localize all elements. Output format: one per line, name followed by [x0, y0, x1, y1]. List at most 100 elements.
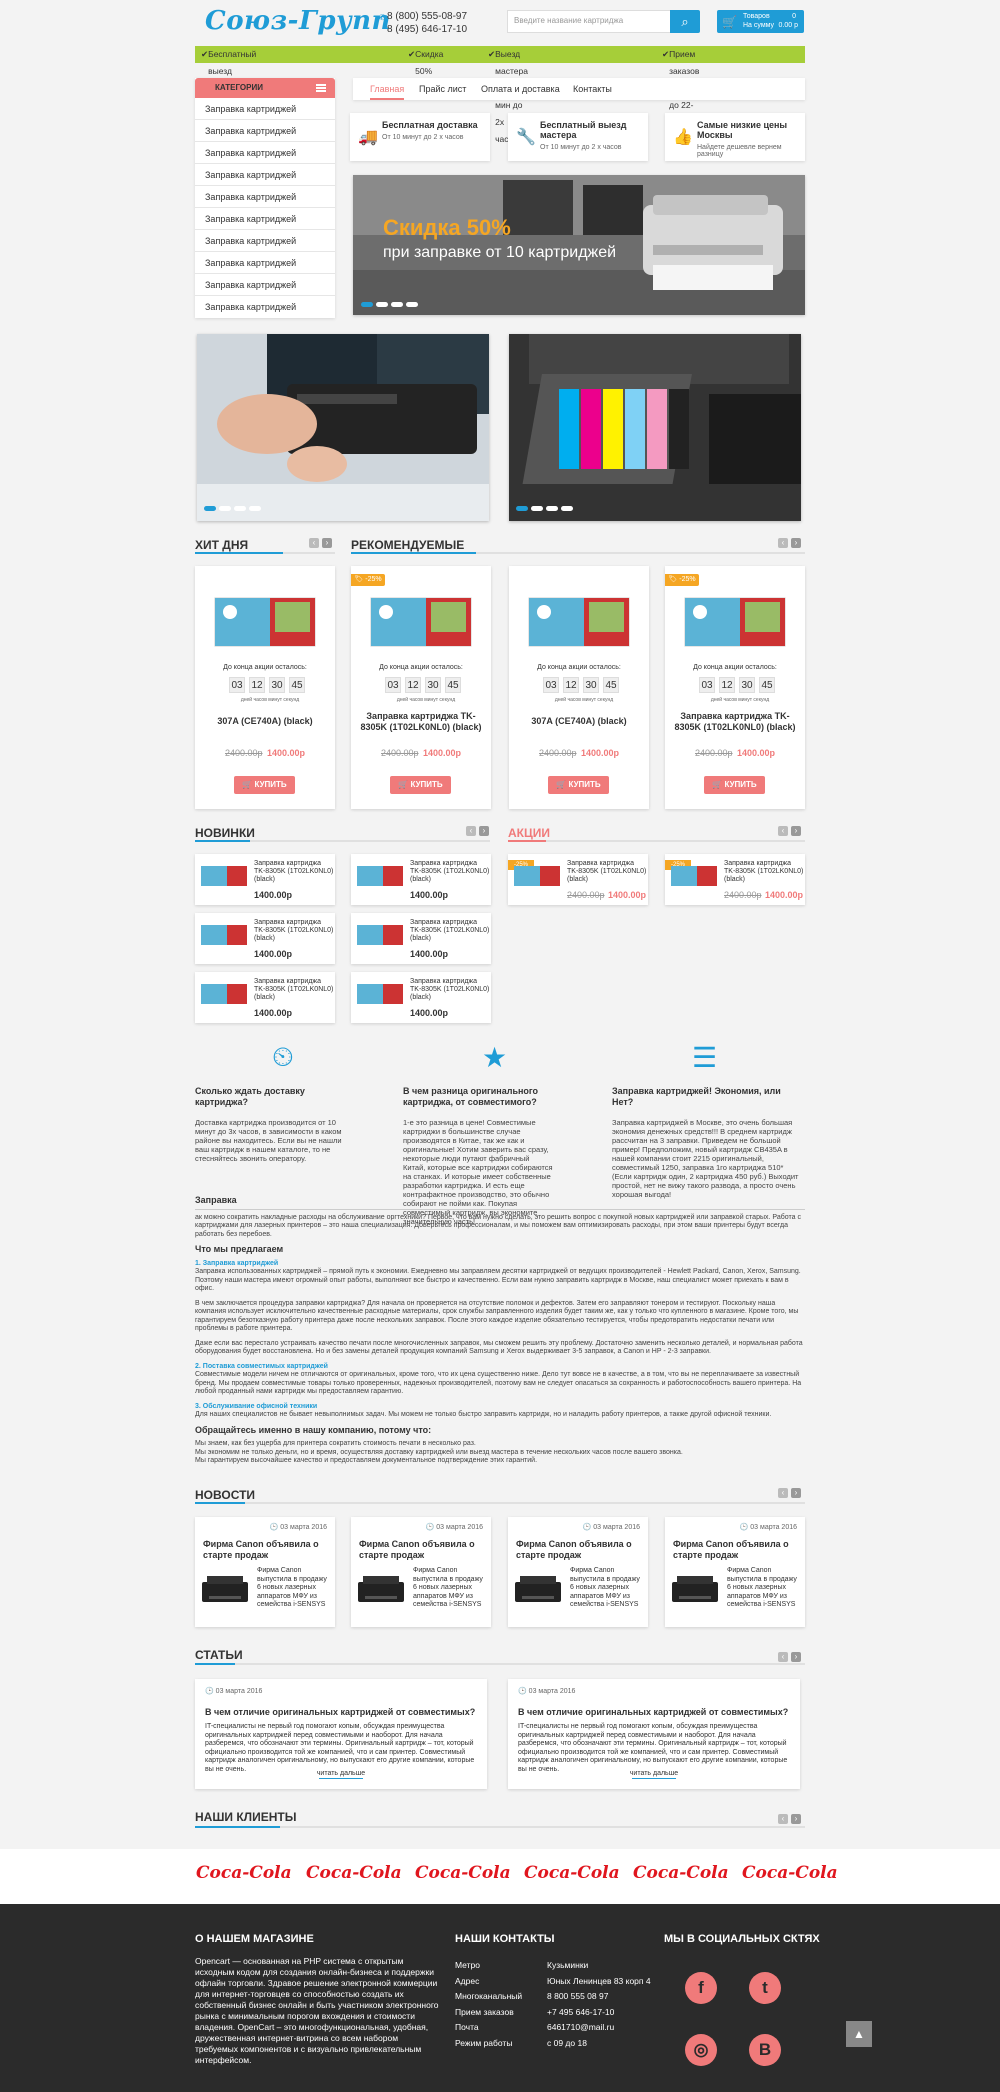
printer-image	[672, 1576, 718, 1602]
buy-button[interactable]: 🛒 КУПИТЬ	[548, 776, 609, 794]
facebook-icon[interactable]: f	[685, 1972, 717, 2004]
prev-arrow[interactable]: ‹	[778, 1652, 788, 1662]
mini-product[interactable]: Заправка картриджа TK-8305K (1T02LK0NL0)…	[351, 913, 491, 964]
contact-values: Кузьминки Юных Ленинцев 83 корп 48 800 55…	[547, 1960, 651, 2048]
timer-label: До конца акции осталось:	[223, 664, 307, 671]
prev-arrow[interactable]: ‹	[309, 538, 319, 548]
feature-title: Бесплатная доставка	[382, 120, 478, 130]
phone-2[interactable]: 8 (495) 646-17-10	[387, 23, 467, 36]
category-item[interactable]: Заправка картриджей	[195, 186, 335, 208]
category-item[interactable]: Заправка картриджей	[195, 142, 335, 164]
read-more-link[interactable]: читать дальше	[508, 1770, 800, 1779]
phone-1[interactable]: 8 (800) 555-08-97	[387, 10, 467, 23]
product-card[interactable]: До конца акции осталось: 03 12 30 45 дней ч…	[509, 566, 649, 809]
mini-product[interactable]: Заправка картриджа TK-8305K (1T02LK0NL0)…	[351, 972, 491, 1023]
twitter-icon[interactable]: t	[749, 1972, 781, 2004]
news-card[interactable]: 🕒 03 марта 2016 Фирма Canon объявила о ст…	[351, 1517, 491, 1627]
news-card[interactable]: 🕒 03 марта 2016 Фирма Canon объявила о ст…	[508, 1517, 648, 1627]
news-excerpt: Фирма Canon выпустила в продажу 6 новых …	[257, 1567, 327, 1608]
footer-contacts-title: Наши контакты	[455, 1933, 555, 1945]
vk-icon[interactable]: В	[749, 2034, 781, 2066]
news-card[interactable]: 🕒 03 марта 2016 Фирма Canon объявила о ст…	[665, 1517, 805, 1627]
news-title-text[interactable]: Фирма Canon объявила о старте продаж	[359, 1539, 484, 1561]
product-card[interactable]: 🏷 -25% До конца акции осталось: 03 12 30 45…	[665, 566, 805, 809]
news-title-text[interactable]: Фирма Canon объявила о старте продаж	[516, 1539, 641, 1561]
articles-underline	[195, 1663, 805, 1665]
category-item[interactable]: Заправка картриджей	[195, 98, 335, 120]
news-card[interactable]: 🕒 03 марта 2016 Фирма Canon объявила о ст…	[195, 1517, 335, 1627]
banner-dots[interactable]	[204, 506, 261, 511]
prev-arrow[interactable]: ‹	[778, 538, 788, 548]
client-logo[interactable]: Coca-Cola	[196, 1863, 292, 1883]
cart-items-label: Товаров	[743, 13, 770, 20]
slider-dots[interactable]	[361, 302, 418, 307]
scroll-top-button[interactable]: ▲	[846, 2021, 872, 2047]
next-arrow[interactable]: ›	[479, 826, 489, 836]
article-card-title[interactable]: В чем отличие оригинальных картриджей от…	[518, 1707, 790, 1717]
category-item[interactable]: Заправка картриджей	[195, 296, 335, 318]
banner-dots[interactable]	[516, 506, 573, 511]
category-item[interactable]: Заправка картриджей	[195, 252, 335, 274]
product-name[interactable]: Заправка картриджа TK-8305K (1T02LK0NL0)…	[669, 711, 801, 733]
category-item[interactable]: Заправка картриджей	[195, 164, 335, 186]
mini-product[interactable]: Заправка картриджа TK-8305K (1T02LK0NL0)…	[195, 854, 335, 905]
mini-sale-product[interactable]: -25% Заправка картриджа TK-8305K (1T02LK0…	[508, 854, 648, 905]
news-title-text[interactable]: Фирма Canon объявила о старте продаж	[203, 1539, 328, 1561]
next-arrow[interactable]: ›	[791, 1814, 801, 1824]
buy-button[interactable]: 🛒 КУПИТЬ	[704, 776, 765, 794]
next-arrow[interactable]: ›	[791, 826, 801, 836]
prev-arrow[interactable]: ‹	[466, 826, 476, 836]
star-icon: ★	[482, 1042, 508, 1073]
instagram-icon[interactable]: ◎	[685, 2034, 717, 2066]
banner-image	[197, 334, 489, 521]
category-item[interactable]: Заправка картриджей	[195, 208, 335, 230]
mini-product[interactable]: Заправка картриджа TK-8305K (1T02LK0NL0)…	[195, 913, 335, 964]
info-title: В чем разница оригинального картриджа, о…	[403, 1086, 539, 1107]
prev-arrow[interactable]: ‹	[778, 1488, 788, 1498]
search-button[interactable]: ⌕	[670, 10, 700, 33]
product-name[interactable]: 307A (CE740A) (black)	[513, 716, 645, 727]
article-paragraph: Для наших специалистов не бывает невыпол…	[195, 1411, 772, 1418]
next-arrow[interactable]: ›	[791, 1488, 801, 1498]
article-paragraph: Даже если вас перестало устраивать качес…	[195, 1339, 803, 1356]
category-item[interactable]: Заправка картриджей	[195, 230, 335, 252]
tab-prices[interactable]: Прайс лист	[419, 78, 466, 100]
banner-ink[interactable]	[509, 334, 801, 521]
article-card-title[interactable]: В чем отличие оригинальных картриджей от…	[205, 1707, 477, 1717]
logo[interactable]: Союз-Групп	[205, 6, 391, 36]
product-card[interactable]: До конца акции осталось: 03 12 30 45 дней ч…	[195, 566, 335, 809]
email-link[interactable]: 6461710@mail.ru	[547, 2020, 651, 2036]
mini-product[interactable]: Заправка картриджа TK-8305K (1T02LK0NL0)…	[351, 854, 491, 905]
article-card[interactable]: 🕒 03 марта 2016 В чем отличие оригинальны…	[508, 1679, 800, 1789]
product-name[interactable]: 307A (CE740A) (black)	[199, 716, 331, 727]
prev-arrow[interactable]: ‹	[778, 1814, 788, 1824]
mini-product[interactable]: Заправка картриджа TK-8305K (1T02LK0NL0)…	[195, 972, 335, 1023]
article-card[interactable]: 🕒 03 марта 2016 В чем отличие оригинальны…	[195, 1679, 487, 1789]
banner-technician[interactable]	[197, 334, 489, 521]
category-header[interactable]: Категории	[195, 78, 335, 98]
next-arrow[interactable]: ›	[791, 1652, 801, 1662]
buy-button[interactable]: 🛒 КУПИТЬ	[390, 776, 451, 794]
feature-sub: От 10 минут до 2 х часов	[382, 134, 464, 141]
news-title-text[interactable]: Фирма Canon объявила о старте продаж	[673, 1539, 798, 1561]
hero-slider[interactable]: Скидка 50% при заправке от 10 картриджей	[353, 175, 805, 315]
next-arrow[interactable]: ›	[791, 538, 801, 548]
product-card[interactable]: 🏷 -25% До конца акции осталось: 03 12 30 45…	[351, 566, 491, 809]
client-logo[interactable]: Coca-Cola	[524, 1863, 620, 1883]
prev-arrow[interactable]: ‹	[778, 826, 788, 836]
buy-button[interactable]: 🛒 КУПИТЬ	[234, 776, 295, 794]
tab-delivery[interactable]: Оплата и доставка	[481, 78, 560, 100]
client-logo[interactable]: Coca-Cola	[415, 1863, 511, 1883]
client-logo[interactable]: Coca-Cola	[633, 1863, 729, 1883]
mini-sale-product[interactable]: -25% Заправка картриджа TK-8305K (1T02LK0…	[665, 854, 805, 905]
tab-contacts[interactable]: Контакты	[573, 78, 612, 100]
client-logo[interactable]: Coca-Cola	[306, 1863, 402, 1883]
next-arrow[interactable]: ›	[322, 538, 332, 548]
client-logo[interactable]: Coca-Cola	[742, 1863, 838, 1883]
search-input[interactable]: Введите название картриджа	[507, 10, 672, 33]
tab-home[interactable]: Главная	[370, 78, 405, 100]
read-more-link[interactable]: читать дальше	[195, 1770, 487, 1779]
product-name[interactable]: Заправка картриджа TK-8305K (1T02LK0NL0)…	[355, 711, 487, 733]
category-item[interactable]: Заправка картриджей	[195, 120, 335, 142]
category-item[interactable]: Заправка картриджей	[195, 274, 335, 296]
